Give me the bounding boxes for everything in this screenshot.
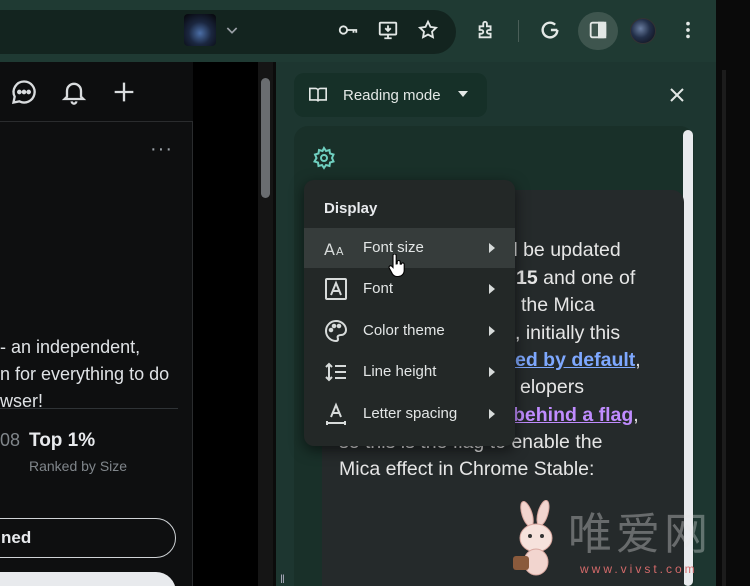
- browser-toolbar: [0, 0, 716, 62]
- divider: [0, 408, 178, 409]
- close-icon[interactable]: [664, 82, 690, 108]
- toolbar-separator: [518, 20, 519, 42]
- display-menu: Display AA Font size Font Color theme Li…: [304, 180, 515, 446]
- reader-text: and one of: [537, 267, 636, 289]
- resize-handle-icon[interactable]: ‖: [280, 572, 285, 586]
- install-app-icon[interactable]: [372, 14, 404, 46]
- book-icon: [308, 86, 328, 109]
- bell-icon[interactable]: [60, 78, 88, 111]
- menu-item-line-height[interactable]: Line height: [304, 352, 515, 392]
- more-menu-icon[interactable]: [672, 14, 704, 46]
- menu-item-label: Letter spacing: [363, 405, 458, 422]
- star-icon[interactable]: [412, 14, 444, 46]
- page-text-line: n for everything to do: [0, 364, 170, 384]
- chevron-right-icon: [489, 243, 495, 253]
- menu-item-font-size[interactable]: AA Font size: [304, 228, 515, 268]
- bunny-logo-icon: [505, 499, 567, 583]
- chevron-right-icon: [489, 284, 495, 294]
- avatar[interactable]: [184, 14, 216, 46]
- watermark-url: www.vivst.com: [580, 562, 698, 576]
- settings-gear-icon[interactable]: [312, 146, 336, 175]
- caret-down-icon: [458, 91, 468, 97]
- reader-bold-text: 15: [516, 267, 538, 289]
- reader-text-line: ll be updated: [509, 239, 621, 261]
- rank-subtitle: Ranked by Size: [29, 458, 128, 474]
- watermark-text: 唯爱网: [568, 509, 712, 560]
- page-scrollbar-thumb[interactable]: [261, 78, 270, 198]
- reader-text-line: , initially this: [515, 322, 621, 344]
- reader-link[interactable]: ed by default: [515, 349, 635, 371]
- reader-link[interactable]: behind a flag: [513, 404, 633, 426]
- chevron-right-icon: [489, 409, 495, 419]
- reading-mode-label: Reading mode: [343, 87, 441, 104]
- reader-text-line: 15 and one of: [516, 265, 635, 291]
- reader-text-line: ed by default,: [515, 347, 641, 373]
- svg-text:A: A: [336, 245, 344, 258]
- page-header: [0, 62, 193, 122]
- window-edge: [716, 0, 750, 586]
- page-muted-text: 08: [0, 430, 21, 450]
- google-icon[interactable]: [534, 14, 566, 46]
- side-panel-icon[interactable]: [582, 14, 614, 46]
- joined-button[interactable]: ned: [0, 518, 176, 558]
- extensions-icon[interactable]: [470, 14, 502, 46]
- reader-text: ,: [635, 349, 641, 371]
- page-text-line: wser!: [0, 391, 44, 411]
- svg-text:A: A: [324, 240, 335, 259]
- letter-spacing-icon: [324, 402, 348, 426]
- chevron-right-icon: [489, 326, 495, 336]
- menu-item-label: Color theme: [363, 322, 445, 339]
- hand-cursor-icon: [388, 253, 406, 283]
- menu-item-color-theme[interactable]: Color theme: [304, 311, 515, 351]
- secondary-button[interactable]: [0, 572, 176, 586]
- rank-title: Top 1%: [29, 430, 96, 451]
- key-icon[interactable]: [332, 14, 364, 46]
- reader-text-line: the Mica: [521, 294, 595, 316]
- web-page: ··· - an independent, n for everything t…: [0, 62, 193, 586]
- menu-heading: Display: [324, 200, 378, 217]
- font-size-icon: AA: [324, 236, 348, 260]
- reading-mode-select[interactable]: Reading mode: [294, 73, 487, 117]
- chat-icon[interactable]: [10, 78, 38, 111]
- palette-icon: [324, 319, 348, 343]
- chevron-right-icon: [489, 367, 495, 377]
- reader-text-line: elopers: [520, 376, 584, 398]
- menu-item-label: Line height: [363, 363, 437, 380]
- chevron-down-icon[interactable]: [224, 22, 240, 43]
- page-text-line: - an independent,: [0, 337, 141, 357]
- profile-avatar[interactable]: [630, 18, 656, 44]
- reader-text-line: Mica effect in Chrome Stable:: [339, 458, 595, 480]
- more-options-icon[interactable]: ···: [150, 138, 173, 161]
- reader-text-line: behind a flag,: [513, 402, 639, 428]
- reader-text: ,: [633, 404, 639, 426]
- plus-icon[interactable]: [110, 78, 138, 111]
- menu-item-font[interactable]: Font: [304, 269, 515, 309]
- menu-item-letter-spacing[interactable]: Letter spacing: [304, 394, 515, 434]
- line-height-icon: [324, 360, 348, 384]
- font-icon: [324, 277, 348, 301]
